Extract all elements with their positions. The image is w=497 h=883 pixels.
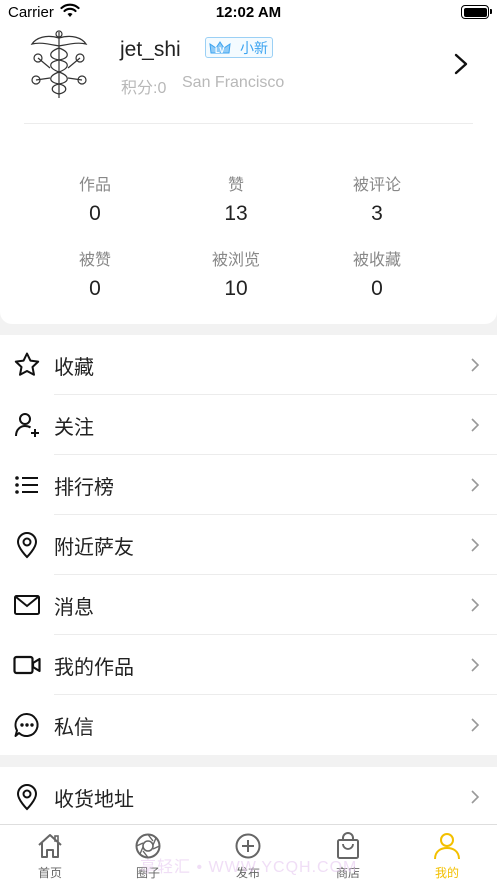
location-pin-icon — [13, 783, 41, 811]
location-pin-icon — [13, 531, 41, 559]
stat-label: 被收藏 — [352, 252, 401, 269]
star-icon — [13, 351, 41, 379]
menu-item-shipping-address[interactable]: 收货地址 — [0, 767, 497, 827]
stat-viewed[interactable]: 被浏览 10 — [176, 246, 296, 301]
menu-item-favorites[interactable]: 收藏 — [0, 335, 497, 395]
watermark: 享轻汇 • WWW.YCQH.COM — [140, 859, 358, 876]
chevron-right-icon — [471, 718, 480, 732]
level-badge-text: 小新 — [240, 39, 268, 56]
stat-label: 被赞 — [78, 252, 111, 269]
tab-mine[interactable]: 我的 — [417, 831, 477, 881]
tab-bar: 首页 圈子 发布 商店 我的 享轻汇 • WWW.YCQH.COM — [0, 824, 497, 883]
stat-comments-received[interactable]: 被评论 3 — [317, 171, 437, 226]
stat-favorited[interactable]: 被收藏 0 — [317, 246, 437, 301]
stat-label: 被评论 — [352, 177, 401, 194]
chevron-right-icon — [471, 538, 480, 552]
status-time: 12:02 AM — [215, 4, 282, 21]
home-icon — [38, 834, 62, 858]
crown-icon: LV — [209, 40, 231, 55]
menu-item-label: 收货地址 — [54, 788, 134, 811]
profile-divider — [24, 123, 473, 124]
menu-list: 收藏 关注 排行榜 附近萨友 消息 我的作品 私信 — [0, 335, 497, 755]
username: jet_shi — [120, 38, 181, 61]
menu-item-messages[interactable]: 消息 — [0, 575, 497, 635]
tab-label: 我的 — [434, 866, 459, 880]
stat-label: 赞 — [227, 177, 244, 194]
chevron-right-icon — [471, 358, 480, 372]
chat-bubble-icon — [13, 711, 41, 739]
level-badge: LV 小新 — [205, 37, 273, 58]
tab-label: 首页 — [37, 866, 62, 880]
chevron-right-icon — [471, 478, 480, 492]
avatar[interactable] — [28, 28, 90, 100]
stat-value: 0 — [89, 202, 101, 225]
battery-icon — [461, 5, 492, 19]
profile-card[interactable]: jet_shi LV 小新 积分:0 San Francisco 作品 0 赞 … — [0, 26, 497, 324]
svg-text:LV: LV — [215, 46, 225, 55]
stat-liked[interactable]: 被赞 0 — [35, 246, 155, 301]
stat-label: 作品 — [78, 177, 111, 194]
menu-item-my-works[interactable]: 我的作品 — [0, 635, 497, 695]
stat-works[interactable]: 作品 0 — [35, 171, 155, 226]
menu-item-label: 关注 — [54, 416, 94, 439]
stat-likes[interactable]: 赞 13 — [176, 171, 296, 226]
stat-value: 3 — [371, 202, 383, 225]
video-camera-icon — [13, 651, 41, 679]
stat-value: 0 — [89, 277, 101, 300]
chevron-right-icon — [471, 658, 480, 672]
menu-item-label: 消息 — [54, 596, 94, 619]
stat-value: 0 — [371, 277, 383, 300]
chevron-right-icon — [471, 418, 480, 432]
person-icon — [434, 833, 460, 860]
mail-icon — [13, 591, 41, 619]
points-label: 积分:0 — [121, 80, 167, 97]
menu-item-label: 收藏 — [54, 356, 94, 379]
status-bar: Carrier 12:02 AM — [0, 0, 497, 26]
list-icon — [13, 471, 41, 499]
menu-item-nearby-friends[interactable]: 附近萨友 — [0, 515, 497, 575]
stat-value: 13 — [224, 202, 248, 225]
chevron-right-icon — [471, 598, 480, 612]
user-plus-icon — [13, 411, 41, 439]
menu-item-label: 附近萨友 — [54, 536, 134, 559]
menu-item-following[interactable]: 关注 — [0, 395, 497, 455]
menu-item-private-messages[interactable]: 私信 — [0, 695, 497, 755]
menu-item-leaderboard[interactable]: 排行榜 — [0, 455, 497, 515]
chevron-right-icon[interactable] — [453, 52, 469, 76]
tab-home[interactable]: 首页 — [20, 831, 80, 881]
chevron-right-icon — [471, 790, 480, 804]
menu-item-label: 私信 — [54, 716, 94, 739]
stat-value: 10 — [224, 277, 248, 300]
menu-item-label: 我的作品 — [54, 656, 134, 679]
address-group: 收货地址 — [0, 767, 497, 827]
city-label: San Francisco — [182, 74, 285, 91]
menu-item-label: 排行榜 — [54, 476, 114, 499]
stat-label: 被浏览 — [211, 252, 260, 269]
